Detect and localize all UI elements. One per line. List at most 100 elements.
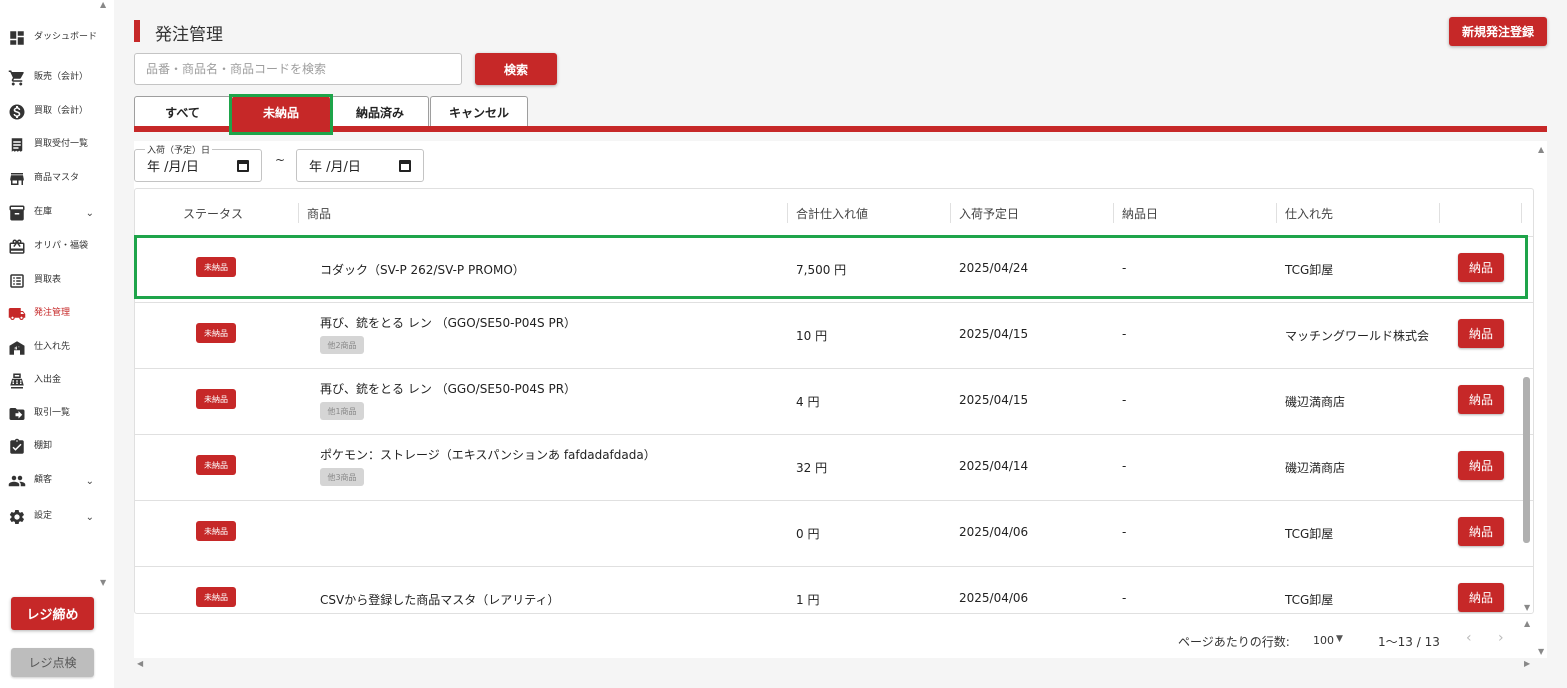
sidebar-item-label: 取引一覧	[34, 408, 71, 419]
table-scroll-down-icon[interactable]: ▼	[1524, 603, 1530, 612]
tab-underline	[134, 126, 1547, 132]
sidebar-item-stocktake[interactable]: 棚卸	[8, 438, 104, 456]
sidebar-item-sales[interactable]: 販売（会計）	[8, 69, 104, 87]
register-icon	[8, 372, 26, 390]
gift-icon	[8, 238, 26, 256]
sidebar-item-label: 買取受付一覧	[34, 139, 89, 150]
date-to-input[interactable]: 年 /月/日	[296, 149, 424, 182]
panel-scroll-up-icon[interactable]: ▲	[1524, 619, 1530, 628]
eta-date: 2025/04/06	[959, 525, 1029, 539]
date-from-value: 年 /月/日	[147, 160, 199, 175]
date-filter-label: 入荷（予定）日	[145, 143, 213, 156]
calendar-icon[interactable]	[399, 159, 411, 172]
archive-icon	[8, 204, 26, 222]
status-badge: 未納品	[196, 389, 236, 409]
table-row[interactable]: 未納品 再び、銃をとる レン （GGO/SE50-P04S PR） 他2商品 1…	[135, 303, 1533, 369]
tab-delivered[interactable]: 納品済み	[331, 96, 429, 127]
sidebar-item-label: ダッシュボード	[34, 32, 98, 43]
status-badge: 未納品	[196, 323, 236, 343]
table-row[interactable]: 未納品 0 円 2025/04/06 - TCG卸屋 納品	[135, 501, 1533, 567]
sidebar-item-transactions[interactable]: 取引一覧	[8, 405, 104, 423]
calendar-icon[interactable]	[237, 159, 249, 172]
sidebar-item-lucky-bag[interactable]: オリパ・福袋	[8, 238, 104, 256]
sidebar-item-cash[interactable]: 入出金	[8, 372, 104, 390]
dropdown-caret-icon[interactable]: ▼	[1336, 634, 1343, 644]
total-cost: 4 円	[796, 395, 820, 409]
deliver-button[interactable]: 納品	[1458, 517, 1504, 546]
column-separator	[1439, 203, 1440, 223]
column-separator	[1113, 203, 1114, 223]
panel-scroll-up-icon[interactable]: ▲	[1538, 145, 1544, 154]
previous-page-icon[interactable]: ‹	[1466, 630, 1472, 646]
column-separator	[1276, 203, 1277, 223]
column-header-delivered[interactable]: 納品日	[1122, 205, 1158, 222]
scroll-right-icon[interactable]: ▶	[1524, 659, 1530, 668]
chevron-down-icon: ⌄	[85, 207, 94, 219]
sidebar-item-label: 棚卸	[34, 441, 53, 452]
supplier-name: TCG卸屋	[1285, 593, 1334, 607]
sidebar-item-label: 入出金	[34, 375, 62, 386]
table-header: ステータス 商品 合計仕入れ値 入荷予定日 納品日 仕入れ先	[135, 189, 1533, 237]
column-separator	[950, 203, 951, 223]
sidebar-item-product-master[interactable]: 商品マスタ	[8, 170, 104, 188]
register-close-button[interactable]: レジ締め	[11, 597, 94, 630]
table-scrollbar[interactable]	[1523, 377, 1530, 543]
scroll-left-icon[interactable]: ◀	[137, 659, 143, 668]
column-header-eta[interactable]: 入荷予定日	[959, 205, 1019, 222]
status-badge: 未納品	[196, 521, 236, 541]
product-name: CSVから登録した商品マスタ（レアリティ）	[320, 593, 560, 607]
total-cost: 1 円	[796, 593, 820, 607]
next-page-icon[interactable]: ›	[1498, 630, 1504, 646]
delivered-date: -	[1122, 327, 1127, 341]
table-row[interactable]: 未納品 ポケモン：ストレージ（エキスパンションあ fafdadafdada） 他…	[135, 435, 1533, 501]
dollar-icon	[8, 103, 26, 121]
product-name: ポケモン：ストレージ（エキスパンションあ fafdadafdada）	[320, 448, 656, 462]
sidebar-item-dashboard[interactable]: ダッシュボード	[8, 29, 104, 47]
total-cost: 10 円	[796, 329, 828, 343]
date-separator: ~	[275, 153, 286, 167]
deliver-button[interactable]: 納品	[1458, 451, 1504, 480]
deliver-button[interactable]: 納品	[1458, 385, 1504, 414]
new-order-button[interactable]: 新規発注登録	[1449, 17, 1547, 46]
sidebar-item-label: 顧客	[34, 475, 53, 486]
sidebar-item-settings[interactable]: 設定 ⌄	[8, 508, 104, 526]
pagination-range: 1〜13 / 13	[1378, 635, 1440, 649]
search-input[interactable]	[134, 53, 462, 85]
column-header-product[interactable]: 商品	[307, 205, 331, 222]
eta-date: 2025/04/15	[959, 327, 1029, 341]
more-items-chip[interactable]: 他2商品	[320, 336, 364, 354]
people-icon	[8, 472, 26, 490]
deliver-button[interactable]: 納品	[1458, 319, 1504, 348]
column-header-supplier[interactable]: 仕入れ先	[1285, 205, 1333, 222]
sidebar-scroll-up-icon[interactable]: ▲	[100, 0, 106, 9]
sidebar-item-customers[interactable]: 顧客 ⌄	[8, 472, 104, 490]
register-check-button[interactable]: レジ点検	[11, 648, 94, 677]
sidebar-item-suppliers[interactable]: 仕入れ先	[8, 339, 104, 357]
rows-per-page-select[interactable]: 100	[1313, 634, 1334, 647]
sidebar-item-order-management[interactable]: 発注管理	[8, 305, 104, 323]
column-header-total[interactable]: 合計仕入れ値	[796, 205, 868, 222]
supplier-name: 磯辺満商店	[1285, 395, 1346, 409]
sidebar-item-inventory[interactable]: 在庫 ⌄	[8, 204, 104, 222]
table-row[interactable]: 未納品 再び、銃をとる レン （GGO/SE50-P04S PR） 他1商品 4…	[135, 369, 1533, 435]
list-icon	[8, 272, 26, 290]
sidebar-item-purchase-receipts[interactable]: 買取受付一覧	[8, 136, 104, 154]
panel-scroll-down-icon[interactable]: ▼	[1538, 647, 1544, 656]
tab-all[interactable]: すべて	[134, 96, 231, 127]
search-button[interactable]: 検索	[475, 53, 557, 85]
truck-icon	[8, 305, 26, 323]
sidebar-item-purchase[interactable]: 買取（会計）	[8, 103, 104, 121]
total-cost: 32 円	[796, 461, 828, 475]
more-items-chip[interactable]: 他1商品	[320, 402, 364, 420]
deliver-button[interactable]: 納品	[1458, 583, 1504, 612]
title-accent-bar	[134, 20, 140, 42]
eta-date: 2025/04/06	[959, 591, 1029, 605]
eta-date: 2025/04/14	[959, 459, 1029, 473]
tab-cancelled[interactable]: キャンセル	[430, 96, 528, 127]
sidebar-scroll-down-icon[interactable]: ▼	[100, 578, 106, 587]
sidebar-item-label: 販売（会計）	[34, 72, 89, 83]
column-header-status[interactable]: ステータス	[183, 205, 243, 222]
sidebar-item-purchase-list[interactable]: 買取表	[8, 272, 104, 290]
table-row[interactable]: 未納品 CSVから登録した商品マスタ（レアリティ） 1 円 2025/04/06…	[135, 567, 1533, 613]
more-items-chip[interactable]: 他3商品	[320, 468, 364, 486]
